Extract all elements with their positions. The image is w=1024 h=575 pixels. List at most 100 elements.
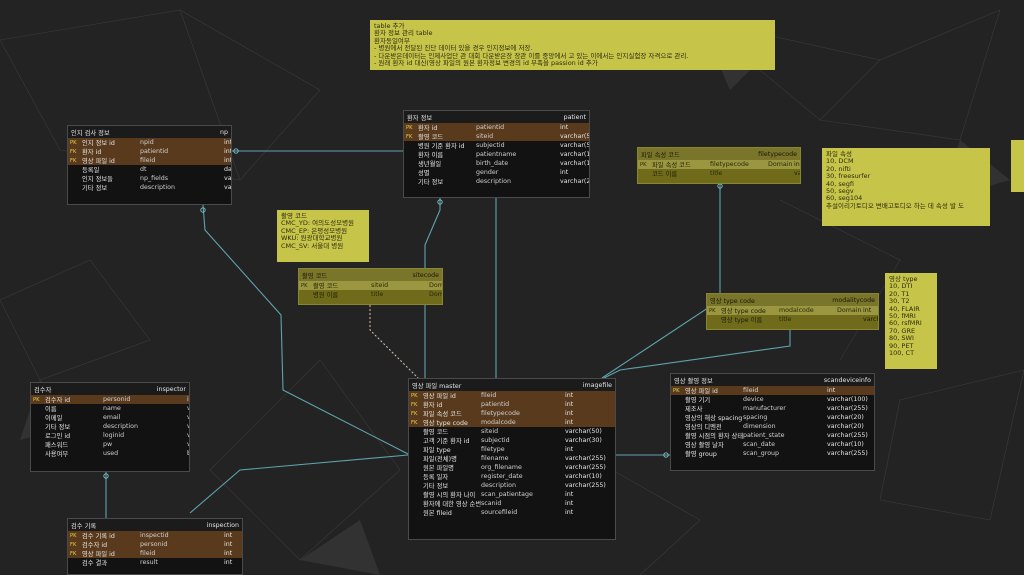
entity-column-row[interactable]: FK 영상 파일 id fileid int: [68, 156, 231, 165]
column-name: 영상의 디멘전: [685, 424, 722, 431]
entity-column-row[interactable]: PK 영상 파일 id fileid int: [671, 386, 874, 395]
column-physical-name: filetypecode: [481, 410, 520, 417]
column-physical-name: manufacturer: [743, 405, 786, 412]
entity-title: 환자 정보: [407, 114, 433, 122]
column-type: int: [565, 401, 574, 408]
entity-column-row[interactable]: 성별 gender int: [404, 168, 589, 177]
entity-column-row[interactable]: 기타 정보 description varchar(255): [31, 422, 189, 431]
entity-column-row[interactable]: PK 환자 id patientid int: [404, 123, 589, 132]
entity-column-row[interactable]: PK 영상 파일 id fileid int: [409, 391, 615, 400]
entity-column-row[interactable]: FK 검수자 id personid int: [68, 540, 242, 549]
entity-column-row[interactable]: 환자 이름 patientname varchar(100): [404, 150, 589, 159]
entity-patient[interactable]: 환자 정보 patient PK 환자 id patientid int FK 촬영 코드 si…: [403, 110, 590, 198]
column-name: 환자에 대한 영상 순번: [423, 501, 481, 508]
entity-column-row[interactable]: PK 검수자 id personid int: [31, 395, 189, 404]
column-name: 환자 id: [418, 125, 438, 132]
column-type: int: [565, 410, 574, 417]
entity-column-row[interactable]: 영상의 해상 spacing spacing varchar(20): [671, 413, 874, 422]
note-line: - 원래 환자 id 대신(영상 파일의 원본 환자정보 변경의 id 부족을 …: [374, 59, 598, 68]
entity-column-row[interactable]: 촬영 group scan_group varchar(255): [671, 449, 874, 458]
entity-column-row[interactable]: FK 영상 파일 id fileid int: [68, 549, 242, 558]
entity-header: 영상 type code modalitycode: [707, 294, 878, 306]
entity-column-row[interactable]: 이름 name varchar(30): [31, 404, 189, 413]
entity-column-row[interactable]: 기타 정보 description varchar(255): [404, 177, 589, 186]
column-name: 촬영 group: [685, 451, 717, 458]
entity-column-row[interactable]: 기타 정보 description varchar(255): [68, 183, 231, 192]
entity-header: 검수 기록 inspection: [68, 519, 242, 531]
entity-column-row[interactable]: FK 영상 type code modalcode int: [409, 418, 615, 427]
entity-column-row[interactable]: 로그인 id loginid varchar(30): [31, 431, 189, 440]
key-marker: PK: [673, 387, 680, 394]
entity-column-row[interactable]: 고객 기준 환자 id subjectid varchar(30): [409, 436, 615, 445]
entity-column-row[interactable]: PK 파일 속성 코드 filetypecode Domainint: [638, 160, 800, 169]
column-type: int: [863, 307, 872, 314]
entity-column-row[interactable]: 촬영 기기 device varchar(100): [671, 395, 874, 404]
column-name: 등록 일자: [423, 474, 449, 481]
note-line: table 추가: [374, 22, 405, 30]
entity-sitecode[interactable]: 촬영 코드sitecodePK촬영 코드siteidDomainvarchar(…: [298, 268, 443, 305]
entity-column-row[interactable]: 등록 일자 register_date varchar(10): [409, 472, 615, 481]
column-physical-name: used: [103, 450, 119, 457]
entity-filetypecode[interactable]: 파일 속성 코드 filetypecode PK 파일 속성 코드 filetypeco…: [637, 147, 801, 184]
column-physical-name: siteid: [371, 282, 389, 289]
entity-column-row[interactable]: 이메일 email varchar(30): [31, 413, 189, 422]
column-name: 환자 이름: [418, 152, 444, 159]
entity-column-row[interactable]: 코드 이름 title varchar(20): [638, 169, 800, 178]
column-physical-name: filename: [481, 455, 509, 462]
entity-column-row[interactable]: 제조사 manufacturer varchar(255): [671, 404, 874, 413]
entity-np[interactable]: 인지 검사 정보 np PK 인지 정보 id npid int FK 환자 id patien…: [67, 125, 232, 205]
entity-scandeviceinfo[interactable]: 영상 촬영 정보 scandeviceinfo PK 영상 파일 id fileid in…: [670, 373, 875, 471]
entity-column-row[interactable]: 등록일 dt date: [68, 165, 231, 174]
entity-modalitycode[interactable]: 영상 type code modalitycode PK 영상 type code mo…: [706, 293, 879, 330]
entity-column-row[interactable]: 기타 정보 description varchar(255): [409, 481, 615, 490]
column-type: varchar(10): [827, 441, 864, 448]
column-physical-name: device: [743, 396, 764, 403]
entity-column-row[interactable]: FK 파일 속성 코드 filetypecode int: [409, 409, 615, 418]
entity-column-row[interactable]: FK 환자 id patientid int: [409, 400, 615, 409]
entity-imagefile[interactable]: 영상 파일 master imagefile PK 영상 파일 id fileid int…: [408, 378, 616, 540]
entity-column-row[interactable]: 원본 파일명 org_filename varchar(255): [409, 463, 615, 472]
column-physical-name: scan_group: [743, 450, 780, 457]
note-line: 추설이리기토디오 변배고토디오 하는 데 속성 발 도: [826, 201, 964, 210]
entity-column-row[interactable]: 영상의 디멘전 dimension varchar(20): [671, 422, 874, 431]
entity-column-row[interactable]: 생년월일 birth_date varchar(10): [404, 159, 589, 168]
column-physical-name: title: [779, 316, 792, 323]
entity-column-row[interactable]: 파일 type filetype int: [409, 445, 615, 454]
column-type: int: [565, 419, 574, 426]
entity-column-row[interactable]: 검수 결과 result int: [68, 558, 242, 567]
entity-column-row[interactable]: 촬영 시의 환자 나이 scan_patientage int: [409, 490, 615, 499]
entity-column-row[interactable]: FK 환자 id patientid int: [68, 147, 231, 156]
entity-column-row[interactable]: 파일(전체)명 filename varchar(255): [409, 454, 615, 463]
column-physical-name: result: [140, 559, 158, 566]
column-type: varchar(30): [565, 437, 602, 444]
entity-column-row[interactable]: PK촬영 코드siteidDomainvarchar(50): [299, 281, 442, 290]
entity-column-row[interactable]: 영상 촬영 날자 scan_date varchar(10): [671, 440, 874, 449]
entity-column-row[interactable]: 패스워드 pw varchar(30): [31, 440, 189, 449]
column-name: 패스워드: [45, 442, 69, 449]
entity-column-row[interactable]: 환자에 대한 영상 순번 scanid int: [409, 499, 615, 508]
column-physical-name: fileid: [140, 157, 156, 164]
column-type: int: [224, 559, 233, 566]
entity-column-row[interactable]: PK 검수 기록 id inspectid int: [68, 531, 242, 540]
entity-column-row[interactable]: FK 촬영 코드 siteid varchar(50): [404, 132, 589, 141]
entity-column-row[interactable]: 병원 이름titleDomainvarchar(50): [299, 290, 442, 299]
entity-column-row[interactable]: 사용여부 used bool: [31, 449, 189, 458]
entity-column-row[interactable]: 병원 기준 환자 id subjectid varchar(50): [404, 141, 589, 150]
entity-header: 파일 속성 코드 filetypecode: [638, 148, 800, 160]
entity-header: 환자 정보 patient: [404, 111, 589, 123]
column-name: 검수자 id: [82, 542, 108, 549]
entity-column-row[interactable]: 원본 fileid sourcefileid int: [409, 508, 615, 517]
key-marker: PK: [70, 139, 77, 146]
entity-column-row[interactable]: 촬영 코드 siteid varchar(50): [409, 427, 615, 436]
entity-column-row[interactable]: 영상 type 이름 title varchar(20): [707, 315, 878, 324]
column-type: varchar(20): [794, 170, 800, 177]
entity-column-row[interactable]: 인지 정보들 np_fields varchar(255): [68, 174, 231, 183]
column-name: 인지 정보들: [82, 176, 113, 183]
entity-column-row[interactable]: PK 인지 정보 id npid int: [68, 138, 231, 147]
entity-column-row[interactable]: 촬영 시점의 환자 상태 patient_state varchar(255): [671, 431, 874, 440]
column-physical-name: filetypecode: [710, 161, 749, 168]
entity-column-row[interactable]: PK 영상 type code modalcode Domain int: [707, 306, 878, 315]
entity-inspection[interactable]: 검수 기록 inspection PK 검수 기록 id inspectid int FK 검…: [67, 518, 243, 575]
column-name: 영상 type code: [423, 420, 468, 427]
entity-inspector[interactable]: 검수자 inspector PK 검수자 id personid int 이름 name var…: [30, 382, 190, 472]
